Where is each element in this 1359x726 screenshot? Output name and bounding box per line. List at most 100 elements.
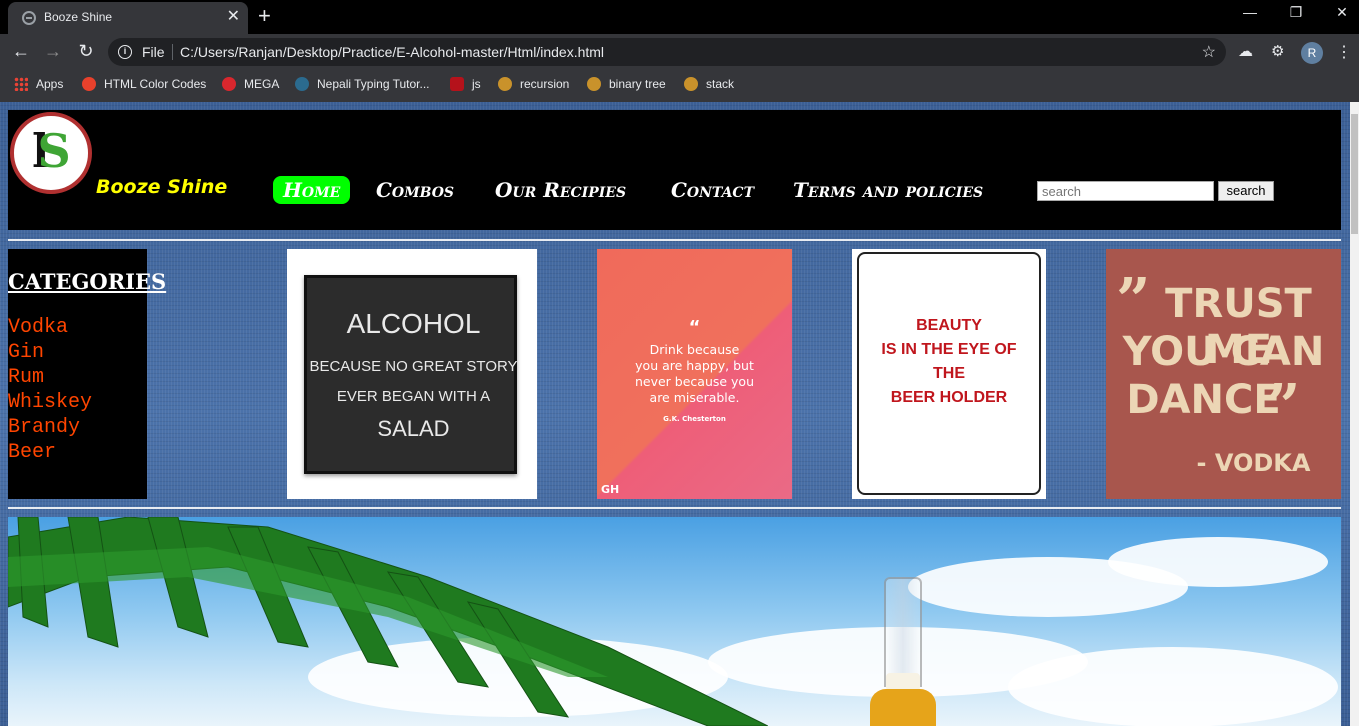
bookmark-label: HTML Color Codes xyxy=(104,77,207,91)
browser-toolbar: ← → ↻ i File C:/Users/Ranjan/Desktop/Pra… xyxy=(0,34,1359,70)
nav-combos[interactable]: Combos xyxy=(366,176,464,204)
poster-line: IS IN THE EYE OF xyxy=(881,341,1017,358)
bookmark-label: binary tree xyxy=(609,77,666,91)
bookmark-label: recursion xyxy=(520,77,570,91)
divider xyxy=(8,239,1341,241)
bookmark-label: Nepali Typing Tutor... xyxy=(317,77,430,91)
bookmark-mega[interactable]: MEGA xyxy=(222,77,279,91)
close-tab-icon[interactable]: ✕ xyxy=(227,8,240,26)
quote-mark-icon: “ xyxy=(688,317,701,338)
category-gin[interactable]: Gin xyxy=(8,340,92,365)
poster-alcohol-salad: ALCOHOL BECAUSE NO GREAT STORY EVER BEGA… xyxy=(287,249,537,499)
menu-dots-icon[interactable]: ⋮ xyxy=(1336,42,1352,62)
poster-line: never because you xyxy=(634,374,755,389)
cloud-shape xyxy=(1008,647,1338,726)
poster-line: EVER BEGAN WITH A xyxy=(336,388,491,405)
poster-line: DANCE xyxy=(1126,377,1281,423)
palm-leaves-icon xyxy=(8,517,768,726)
back-icon[interactable]: ← xyxy=(10,41,32,61)
profile-avatar[interactable]: R xyxy=(1301,42,1323,64)
bottle-neck xyxy=(884,577,922,687)
page-viewport: lS Booze Shine Home Combos Our Recipies … xyxy=(0,102,1350,726)
poster-author: - VODKA xyxy=(1196,449,1311,477)
cloud-extension-icon[interactable]: ☁ xyxy=(1238,42,1253,60)
poster-line: are miserable. xyxy=(649,390,740,405)
tab-title: Booze Shine xyxy=(44,10,113,24)
poster-beauty-beer-holder: BEAUTY IS IN THE EYE OF THE BEER HOLDER xyxy=(852,249,1046,499)
category-vodka[interactable]: Vodka xyxy=(8,315,92,340)
address-bar[interactable]: i File C:/Users/Ranjan/Desktop/Practice/… xyxy=(108,38,1226,66)
nav-home[interactable]: Home xyxy=(273,176,351,204)
nav-contact[interactable]: Contact xyxy=(661,176,764,204)
code-icon xyxy=(684,77,698,91)
bookmarks-bar: Apps HTML Color Codes MEGA Nepali Typing… xyxy=(0,70,1359,102)
poster-line: ALCOHOL xyxy=(346,308,481,339)
poster-line: BEAUTY xyxy=(916,317,982,334)
poster-line: YOU CAN xyxy=(1122,329,1325,375)
poster-line: THE xyxy=(933,365,965,382)
globe-icon xyxy=(22,11,36,25)
bookmark-label: MEGA xyxy=(244,77,280,91)
category-list: Vodka Gin Rum Whiskey Brandy Beer xyxy=(8,315,92,465)
poster-line: you are happy, but xyxy=(635,358,754,373)
poster-trust-me-vodka: ” TRUST ME YOU CAN DANCE ” - VODKA xyxy=(1106,249,1341,499)
bookmark-star-icon[interactable]: ☆ xyxy=(1202,42,1216,62)
cloud-shape xyxy=(1108,537,1328,587)
poster-line: BEER HOLDER xyxy=(890,389,1008,406)
bookmark-binary-tree[interactable]: binary tree xyxy=(587,77,666,91)
info-icon[interactable]: i xyxy=(118,45,132,59)
poster-chesterton-quote: “ Drink because you are happy, but never… xyxy=(597,249,792,499)
bookmark-label: js xyxy=(472,77,481,91)
close-window-button[interactable]: ✕ xyxy=(1319,4,1359,21)
site-header: lS Booze Shine Home Combos Our Recipies … xyxy=(8,110,1341,230)
code-icon xyxy=(587,77,601,91)
nav-terms-and-policies[interactable]: Terms and policies xyxy=(783,176,993,204)
category-brandy[interactable]: Brandy xyxy=(8,415,92,440)
browser-tab[interactable]: Booze Shine ✕ xyxy=(8,2,248,34)
bookmark-label: Apps xyxy=(36,77,64,91)
new-tab-button[interactable]: + xyxy=(258,4,271,28)
bookmark-recursion[interactable]: recursion xyxy=(498,77,569,91)
bookmark-stack[interactable]: stack xyxy=(684,77,734,91)
bookmark-js[interactable]: js xyxy=(450,77,481,91)
url-text[interactable]: C:/Users/Ranjan/Desktop/Practice/E-Alcoh… xyxy=(180,44,604,60)
category-whiskey[interactable]: Whiskey xyxy=(8,390,92,415)
bookmark-label: stack xyxy=(706,77,735,91)
reload-icon[interactable]: ↻ xyxy=(75,41,97,61)
chalkboard: ALCOHOL BECAUSE NO GREAT STORY EVER BEGA… xyxy=(304,275,518,474)
search-button[interactable]: search xyxy=(1218,181,1274,201)
html-color-codes-icon xyxy=(82,77,96,91)
forward-icon[interactable]: → xyxy=(42,41,64,61)
hero-beach-banner xyxy=(8,517,1341,726)
beer-bottle xyxy=(870,577,936,726)
poster-author: G.K. Chesterton xyxy=(663,415,726,423)
poster-line: SALAD xyxy=(377,416,450,441)
category-rum[interactable]: Rum xyxy=(8,365,92,390)
bookmark-apps[interactable]: Apps xyxy=(14,77,63,91)
bottle-beer xyxy=(870,689,936,726)
brand-name: Booze Shine xyxy=(96,176,228,198)
search-input[interactable] xyxy=(1037,181,1214,201)
js-icon xyxy=(450,77,464,91)
url-separator xyxy=(172,44,173,60)
nav-our-recipies[interactable]: Our Recipies xyxy=(485,176,636,204)
quote-close-icon: ” xyxy=(1266,372,1301,442)
categories-sidebar: CATEGORIES Vodka Gin Rum Whiskey Brandy … xyxy=(8,249,166,499)
logo-monogram: lS xyxy=(32,124,71,178)
minimize-button[interactable]: — xyxy=(1227,4,1273,20)
category-beer[interactable]: Beer xyxy=(8,440,92,465)
bookmark-html-color-codes[interactable]: HTML Color Codes xyxy=(82,77,206,91)
scrollbar-thumb[interactable] xyxy=(1351,114,1358,234)
apps-grid-icon xyxy=(14,77,28,91)
categories-title: CATEGORIES xyxy=(8,269,167,294)
divider xyxy=(8,507,1341,509)
react-icon xyxy=(295,77,309,91)
site-logo[interactable]: lS xyxy=(10,112,92,194)
bookmark-nepali-typing[interactable]: Nepali Typing Tutor... xyxy=(295,77,430,91)
puzzle-extensions-icon[interactable]: ⚙ xyxy=(1271,42,1284,60)
restore-button[interactable]: ❐ xyxy=(1273,4,1319,21)
code-icon xyxy=(498,77,512,91)
poster-corner-mark: GH xyxy=(601,483,620,496)
mega-icon xyxy=(222,77,236,91)
page-scrollbar[interactable] xyxy=(1350,102,1359,726)
